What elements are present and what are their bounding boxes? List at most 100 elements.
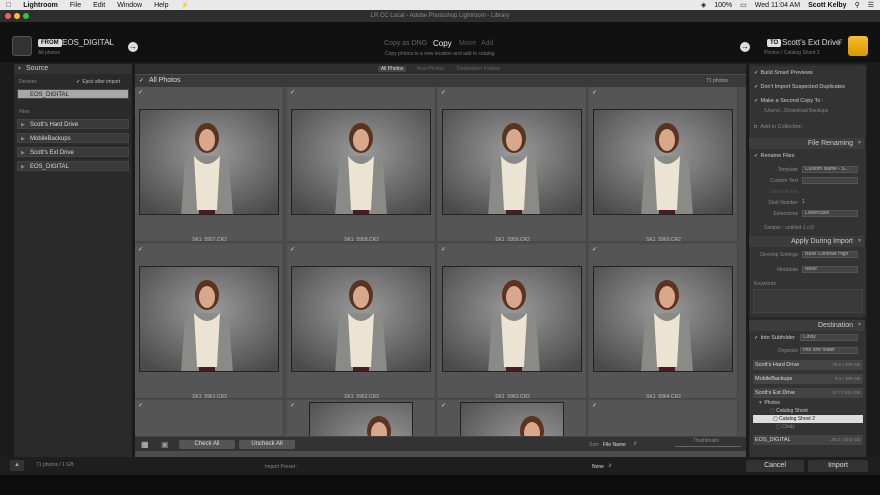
photo-thumbnail[interactable] xyxy=(291,266,431,372)
photo-checkbox[interactable]: ✓ xyxy=(592,403,598,409)
photo-checkbox[interactable]: ✓ xyxy=(138,90,144,96)
second-copy-path[interactable]: /Users/.../Download Backups xyxy=(764,108,828,114)
source-chevron-icon[interactable]: › xyxy=(108,38,111,47)
photo-checkbox[interactable]: ✓ xyxy=(441,247,447,253)
photo-cell[interactable]: ✓ SK1_5958.CR2 xyxy=(287,87,436,242)
photo-checkbox[interactable]: ✓ xyxy=(441,403,447,409)
battery-percent[interactable]: 100% xyxy=(714,2,732,9)
close-window-button[interactable] xyxy=(5,13,11,19)
menu-edit[interactable]: Edit xyxy=(93,2,105,9)
sort-dropdown-icon[interactable]: ⇵ xyxy=(633,441,637,447)
sort-dropdown[interactable]: File Name xyxy=(603,442,626,448)
photo-cell[interactable]: ✓ xyxy=(287,400,436,437)
drive-mobilebackups[interactable]: ▶ MobileBackups xyxy=(17,133,129,143)
thumbnail-size-slider[interactable] xyxy=(675,446,741,447)
dest-drive-mobilebackups[interactable]: MobileBackups 0.0 / 499 GB xyxy=(753,374,863,384)
zoom-window-button[interactable] xyxy=(23,13,29,19)
battery-icon[interactable]: ▭ xyxy=(740,1,747,9)
photo-checkbox[interactable]: ✓ xyxy=(138,403,144,409)
file-renaming-header[interactable]: File Renaming ▼ xyxy=(749,138,865,149)
build-smart-previews-checkbox[interactable]: ✓ Build Smart Previews xyxy=(754,70,813,76)
all-photos-checkbox[interactable]: ✓ xyxy=(139,75,144,87)
photo-thumbnail[interactable] xyxy=(593,266,733,372)
mode-copy-dng[interactable]: Copy as DNG xyxy=(384,40,427,47)
grid-view-icon[interactable]: ▦ xyxy=(141,440,149,449)
search-icon[interactable]: ⚲ xyxy=(855,1,860,9)
dont-import-duplicates-checkbox[interactable]: ✓ Don't Import Suspected Duplicates xyxy=(754,84,845,90)
check-all-button[interactable]: Check All xyxy=(179,440,235,449)
destination-header[interactable]: Destination ▼ xyxy=(749,320,865,331)
source-panel-header[interactable]: ▼ Source xyxy=(14,64,132,74)
photo-checkbox[interactable]: ✓ xyxy=(290,90,296,96)
cancel-button[interactable]: Cancel xyxy=(746,460,804,472)
photo-checkbox[interactable]: ✓ xyxy=(290,403,296,409)
tab-all-photos[interactable]: All Photos xyxy=(377,66,407,72)
develop-settings-dropdown[interactable]: B&W Contrast High xyxy=(802,251,858,258)
photo-checkbox[interactable]: ✓ xyxy=(592,90,598,96)
menu-file[interactable]: File xyxy=(70,2,81,9)
drive-eos-digital[interactable]: ▶ EOS_DIGITAL xyxy=(17,161,129,171)
metadata-dropdown[interactable]: None xyxy=(802,266,858,273)
rename-files-checkbox[interactable]: ✓ Rename Files xyxy=(754,153,794,159)
collapse-triangle-icon[interactable]: ▼ xyxy=(17,64,22,74)
photo-cell[interactable]: ✓ SK1_5961.CR2 xyxy=(135,244,284,399)
extensions-dropdown[interactable]: Lowercase xyxy=(802,210,858,217)
folder-photos[interactable]: ▼ Photos xyxy=(758,400,780,406)
eject-checkbox[interactable]: ✓ Eject after import xyxy=(76,79,120,85)
import-button[interactable]: Import xyxy=(808,460,868,472)
dest-name[interactable]: Scott's Ext Drive xyxy=(782,38,840,47)
source-name[interactable]: EOS_DIGITAL xyxy=(62,38,114,47)
list-icon[interactable]: ☰ xyxy=(868,1,874,9)
drive-scotts-ext-drive[interactable]: ▶ Scott's Ext Drive xyxy=(17,147,129,157)
mode-move[interactable]: Move xyxy=(459,40,476,47)
apply-during-import-header[interactable]: Apply During Import ▼ xyxy=(749,236,865,247)
photo-cell[interactable]: ✓ SK1_5957.CR2 xyxy=(135,87,284,242)
photo-thumbnail[interactable] xyxy=(139,266,279,372)
photo-thumbnail[interactable] xyxy=(442,266,582,372)
photo-cell[interactable]: ✓ SK1_5962.CR2 xyxy=(287,244,436,399)
photo-cell[interactable]: ✓ SK1_5959.CR2 xyxy=(438,87,587,242)
dest-drive-scotts-hard-drive[interactable]: Scott's Hard Drive 75.2 / 499 GB xyxy=(753,360,863,370)
mode-copy[interactable]: Copy xyxy=(433,39,452,48)
dest-drive-eos-digital[interactable]: EOS_DIGITAL 28.3 / 29.8 GB xyxy=(753,435,863,445)
menubar-clock[interactable]: Wed 11:04 AM xyxy=(755,2,800,9)
apple-icon[interactable]:  xyxy=(6,2,11,9)
photo-cell[interactable]: ✓ SK1_5963.CR2 xyxy=(438,244,587,399)
add-to-collection-checkbox[interactable]: □ Add to Collection xyxy=(754,124,802,130)
keywords-field[interactable] xyxy=(753,289,863,313)
photo-checkbox[interactable]: ✓ xyxy=(138,247,144,253)
custom-text-field[interactable] xyxy=(802,177,858,184)
start-number-field[interactable]: 1 xyxy=(802,199,805,205)
minimize-window-button[interactable] xyxy=(14,13,20,19)
device-eos-digital[interactable]: EOS_DIGITAL xyxy=(17,89,129,99)
tab-destination-folders[interactable]: Destination Folders xyxy=(454,66,503,72)
dest-drive-scotts-ext-drive[interactable]: Scott's Ext Drive 47.7 / 931 GB xyxy=(753,388,863,398)
mode-add[interactable]: Add xyxy=(481,40,493,47)
photo-thumbnail[interactable] xyxy=(442,109,582,215)
menu-help[interactable]: Help xyxy=(154,2,168,9)
photo-thumbnail[interactable] xyxy=(291,109,431,215)
uncheck-all-button[interactable]: Uncheck All xyxy=(239,440,295,449)
second-copy-checkbox[interactable]: ✓ Make a Second Copy To : xyxy=(754,98,823,104)
folder-catalog-shoot-2-selected[interactable]: ▢ Catalog Shoot 2 xyxy=(753,415,863,423)
template-dropdown[interactable]: Custom Name - S... xyxy=(802,166,858,173)
drive-scotts-hard-drive[interactable]: ▶ Scott's Hard Drive xyxy=(17,119,129,129)
into-subfolder-checkbox[interactable]: ✓ Into Subfolder xyxy=(754,335,795,341)
photo-cell[interactable]: ✓ SK1_5960.CR2 xyxy=(589,87,738,242)
menubar-user[interactable]: Scott Kelby xyxy=(808,2,847,9)
preset-dropdown-icon[interactable]: ⇵ xyxy=(608,463,612,469)
menu-window[interactable]: Window xyxy=(117,2,142,9)
collapse-up-icon[interactable]: ▲ xyxy=(10,460,24,471)
photo-cell[interactable]: ✓ SK1_5964.CR2 xyxy=(589,244,738,399)
tab-new-photos[interactable]: New Photos xyxy=(414,66,447,72)
wifi-icon[interactable]: ◈ xyxy=(701,1,706,9)
photo-checkbox[interactable]: ✓ xyxy=(592,247,598,253)
subfolder-name-field[interactable]: Cindy xyxy=(800,334,858,341)
menu-app[interactable]: Lightroom xyxy=(23,2,58,9)
photo-thumbnail[interactable] xyxy=(309,402,413,436)
photo-cell[interactable]: ✓ xyxy=(438,400,587,437)
photo-thumbnail[interactable] xyxy=(593,109,733,215)
loupe-view-icon[interactable]: ▣ xyxy=(161,440,169,449)
folder-catalog-shoot[interactable]: ▢ Catalog Shoot xyxy=(770,408,808,414)
photo-checkbox[interactable]: ✓ xyxy=(290,247,296,253)
